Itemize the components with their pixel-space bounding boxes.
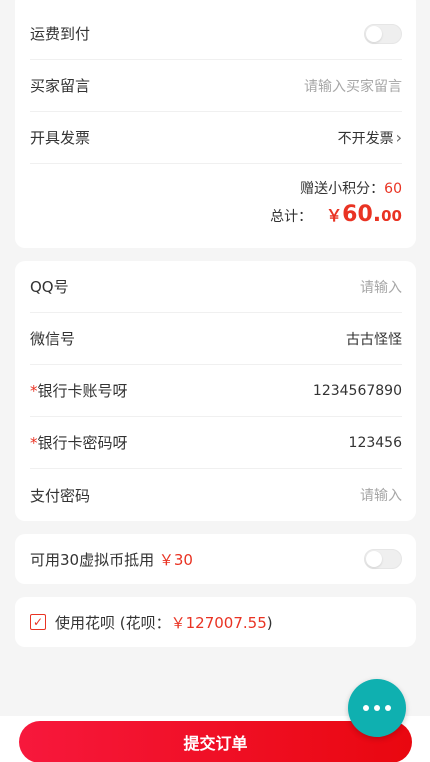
invoice-value-text: 不开发票	[337, 130, 394, 147]
required-mark: *	[30, 434, 38, 452]
bank-card-row: *银行卡账号呀 1234567890	[30, 365, 402, 417]
dot	[374, 705, 380, 711]
bank-password-label: *银行卡密码呀	[30, 432, 128, 453]
toggle-knob	[366, 551, 382, 567]
points-line: 赠送小积分：60	[300, 178, 402, 198]
freight-collect-row: 运费到付	[30, 8, 402, 60]
huabei-amount: ￥127007.55	[170, 613, 267, 632]
virtual-coin-label-text: 可用30虚拟币抵用	[30, 550, 155, 569]
bank-password-input[interactable]: 123456	[349, 435, 402, 451]
buyer-message-row: 买家留言 请输入买家留言	[30, 60, 402, 112]
freight-collect-label: 运费到付	[30, 25, 91, 43]
total-label: 总计：	[270, 209, 313, 225]
buyer-message-input[interactable]: 请输入买家留言	[304, 76, 402, 96]
huabei-label: 使用花呗 (花呗：￥127007.55)	[55, 612, 273, 633]
bank-password-label-text: 银行卡密码呀	[37, 434, 128, 452]
points-value: 60	[384, 181, 402, 197]
dot	[363, 705, 369, 711]
more-dots-icon[interactable]	[348, 679, 406, 737]
virtual-coin-card: 可用30虚拟币抵用 ￥30	[15, 534, 416, 584]
required-mark: *	[30, 382, 38, 400]
virtual-coin-label: 可用30虚拟币抵用 ￥30	[30, 549, 193, 570]
submit-order-button[interactable]: 提交订单	[19, 721, 412, 762]
huabei-row[interactable]: ✓ 使用花呗 (花呗：￥127007.55)	[30, 597, 402, 647]
invoice-row[interactable]: 开具发票 不开发票 ›	[30, 112, 402, 164]
dot	[385, 705, 391, 711]
qq-row: QQ号 请输入	[30, 261, 402, 313]
total-line: 总计： ￥ 60. 00	[270, 202, 402, 227]
chevron-right-icon: ›	[395, 127, 402, 147]
invoice-label: 开具发票	[30, 129, 91, 147]
pay-password-row: 支付密码 请输入	[30, 469, 402, 521]
wechat-label: 微信号	[30, 330, 76, 348]
toggle-knob	[366, 25, 382, 42]
freight-collect-toggle[interactable]	[364, 23, 402, 44]
pay-password-label: 支付密码	[30, 486, 91, 505]
check-icon[interactable]: ✓	[30, 614, 46, 630]
wechat-input[interactable]: 古古怪怪	[346, 329, 402, 349]
wechat-row: 微信号 古古怪怪	[30, 313, 402, 365]
order-options-card: 运费到付 买家留言 请输入买家留言 开具发票 不开发票 › 赠送小积分：60 总计…	[15, 0, 416, 248]
virtual-coin-amount: ￥30	[158, 550, 193, 569]
huabei-card: ✓ 使用花呗 (花呗：￥127007.55)	[15, 597, 416, 647]
custom-form-card: QQ号 请输入 微信号 古古怪怪 *银行卡账号呀 1234567890 *银行卡…	[15, 261, 416, 521]
total-currency: ￥	[326, 206, 343, 225]
points-label: 赠送小积分：	[300, 181, 385, 197]
invoice-value[interactable]: 不开发票 ›	[338, 128, 402, 148]
huabei-close-paren: )	[266, 613, 273, 632]
total-amount-int: 60.	[342, 202, 382, 227]
bank-card-input[interactable]: 1234567890	[313, 383, 402, 399]
huabei-label-text: 使用花呗 (花呗：	[55, 613, 171, 632]
virtual-coin-row: 可用30虚拟币抵用 ￥30	[30, 534, 402, 584]
pay-password-input[interactable]: 请输入	[360, 485, 402, 505]
qq-input[interactable]: 请输入	[360, 277, 402, 297]
total-amount-dec: 00	[381, 207, 402, 225]
qq-label: QQ号	[30, 278, 69, 296]
virtual-coin-toggle[interactable]	[364, 549, 402, 569]
bank-password-row: *银行卡密码呀 123456	[30, 417, 402, 469]
bank-card-label-text: 银行卡账号呀	[37, 382, 128, 400]
bank-card-label: *银行卡账号呀	[30, 380, 128, 401]
buyer-message-label: 买家留言	[30, 77, 91, 95]
